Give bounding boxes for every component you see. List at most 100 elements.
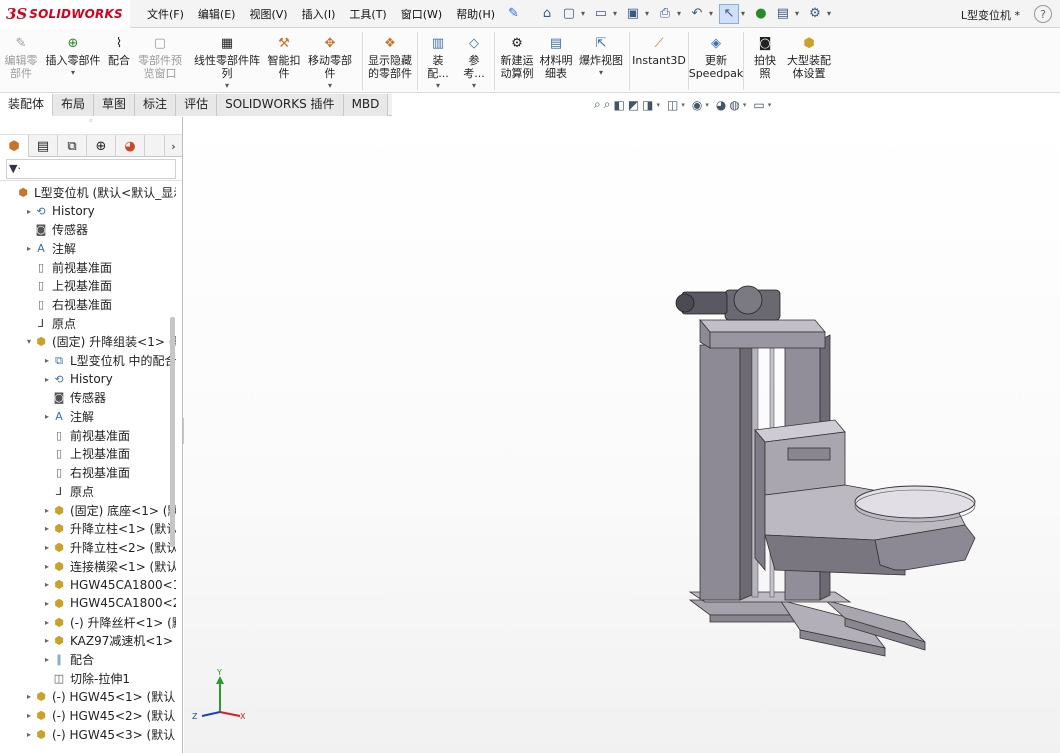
expand-toggle-icon[interactable]: ▸ — [42, 618, 52, 627]
hide-show-items-icon[interactable]: ◕ — [716, 98, 726, 112]
edit-component-button[interactable]: ✎ 编辑零 部件 — [0, 29, 42, 81]
expand-toggle-icon[interactable]: ▸ — [42, 562, 52, 571]
tree-item[interactable]: ▸ ⬢ (-) HGW45<2> (默认< — [0, 706, 176, 725]
feature-manager-tab-icon[interactable]: ⬢ — [0, 135, 29, 157]
options-gear-icon[interactable]: ⚙ — [805, 4, 825, 24]
insert-component-dropdown-icon[interactable]: ▾ — [71, 69, 75, 77]
previous-view-icon[interactable]: ◧ — [613, 98, 624, 112]
linear-pattern-button[interactable]: ▦ 线性零部件阵列 ▾ — [186, 29, 268, 90]
expand-toggle-icon[interactable]: ▾ — [24, 337, 34, 346]
zoom-to-fit-icon[interactable]: ⌕ — [594, 97, 601, 112]
motion-study-button[interactable]: ⚙ 新建运 动算例 — [497, 29, 537, 81]
smart-fastener-button[interactable]: ⚒ 智能扣 件 — [268, 29, 301, 81]
new-document-icon[interactable]: ▢ — [559, 4, 579, 24]
tree-scrollbar[interactable] — [170, 317, 175, 547]
tree-item[interactable]: ▯ 右视基准面 — [0, 295, 176, 314]
assembly-feature-button[interactable]: ▥ 装配... ▾ — [420, 29, 456, 90]
tree-item[interactable]: ▸ ⬢ 升降立柱<2> (默认) — [0, 538, 176, 557]
tree-item[interactable]: ◙ 传感器 — [0, 220, 176, 239]
section-view-icon[interactable]: ◩ — [628, 98, 639, 112]
tree-item[interactable]: ⬢ L型变位机 (默认<默认_显示 — [0, 183, 176, 202]
tree-item[interactable]: ⅃ 原点 — [0, 482, 176, 501]
tree-item[interactable]: ▾⬢ (固定) 升降组装<1> (默认 — [0, 333, 176, 352]
tab-markup[interactable]: 标注 — [135, 94, 177, 116]
tree-item[interactable]: ▸ ⟲ History — [0, 202, 176, 221]
pin-menu-icon[interactable]: ✎ — [508, 6, 519, 21]
tree-item[interactable]: ▸ ⬢ 连接横梁<1> (默认) — [0, 557, 176, 576]
tree-item[interactable]: ▸ ⬢ (-) 升降丝杆<1> (默 — [0, 613, 176, 632]
tab-mbd[interactable]: MBD — [343, 94, 389, 116]
tree-item[interactable]: ▸ A 注解 — [0, 407, 176, 426]
tree-item[interactable]: ▯ 上视基准面 — [0, 445, 176, 464]
display-style-icon[interactable]: ◉ — [692, 98, 702, 112]
tree-item[interactable]: ▸ ⬢ (-) HGW45<1> (默认< — [0, 688, 176, 707]
expand-toggle-icon[interactable]: ▸ — [24, 711, 34, 720]
large-assembly-button[interactable]: ⬢ 大型装配 体设置 — [784, 29, 834, 81]
expand-toggle-icon[interactable]: ▸ — [42, 375, 52, 384]
expand-toggle-icon[interactable]: ▸ — [42, 636, 52, 645]
expand-toggle-icon[interactable]: ▸ — [24, 692, 34, 701]
tab-evaluate[interactable]: 评估 — [176, 94, 218, 116]
move-component-dropdown-icon[interactable]: ▾ — [328, 82, 332, 90]
linear-pattern-dropdown-icon[interactable]: ▾ — [225, 82, 229, 90]
home-icon[interactable]: ⌂ — [537, 4, 557, 24]
tab-assembly[interactable]: 装配体 — [0, 94, 54, 116]
tree-item[interactable]: ▸ ⬢ 升降立柱<1> (默认) — [0, 519, 176, 538]
tree-item[interactable]: ▸ ⟲ History — [0, 370, 176, 389]
property-manager-tab-icon[interactable]: ▤ — [29, 135, 58, 157]
undo-icon[interactable]: ↶ — [687, 4, 707, 24]
expand-toggle-icon[interactable]: ▸ — [42, 356, 52, 365]
expand-toggle-icon[interactable]: ▸ — [24, 244, 34, 253]
file-properties-icon[interactable]: ▤ — [773, 4, 793, 24]
filter-input[interactable]: ▼· — [6, 158, 176, 179]
configuration-manager-tab-icon[interactable]: ⧉ — [58, 135, 87, 157]
expand-toggle-icon[interactable]: ▸ — [42, 599, 52, 608]
solidworks-logo[interactable]: 3S SOLIDWORKS — [0, 0, 130, 28]
component-preview-button[interactable]: ▢ 零部件预 览窗口 — [134, 29, 186, 81]
select-cursor-icon[interactable]: ↖ — [718, 3, 739, 24]
exploded-view-button[interactable]: ⇱ 爆炸视图 ▾ — [575, 29, 627, 77]
rebuild-icon[interactable]: ● — [751, 4, 771, 24]
tree-item[interactable]: ▸ ⬢ (-) HGW45<3> (默认< — [0, 725, 176, 744]
menu-file[interactable]: 文件(F) — [140, 6, 191, 22]
save-icon[interactable]: ▣ — [623, 4, 643, 24]
open-icon[interactable]: ▭ — [591, 4, 611, 24]
tree-item[interactable]: ▸⬢ (固定) 底座<1> (默认 — [0, 501, 176, 520]
tree-item[interactable]: ▯ 右视基准面 — [0, 463, 176, 482]
tree-item[interactable]: ▸ ⬢ HGW45CA1800<1 — [0, 575, 176, 594]
exploded-view-dropdown-icon[interactable]: ▾ — [599, 69, 603, 77]
speedpak-button[interactable]: ◈ 更新 Speedpak — [689, 29, 744, 81]
dimxpert-manager-tab-icon[interactable]: ⊕ — [87, 135, 116, 157]
tree-item[interactable]: ▸ ⧉ L型变位机 中的配合 — [0, 351, 176, 370]
expand-toggle-icon[interactable]: ▸ — [42, 655, 52, 664]
tab-addins[interactable]: SOLIDWORKS 插件 — [217, 94, 344, 116]
instant3d-button[interactable]: ⟋ Instant3D — [632, 29, 686, 68]
tree-item[interactable]: ▯ 上视基准面 — [0, 276, 176, 295]
more-tabs-icon[interactable]: › — [164, 135, 182, 157]
menu-help[interactable]: 帮助(H) — [449, 6, 502, 22]
edit-appearance-icon[interactable]: ◍ — [729, 98, 739, 112]
l-type-positioner-model[interactable] — [660, 270, 990, 670]
tree-item[interactable]: ▯ 前视基准面 — [0, 258, 176, 277]
display-manager-tab-icon[interactable]: ◕ — [116, 135, 145, 157]
reference-geometry-dropdown-icon[interactable]: ▾ — [472, 82, 476, 90]
menu-edit[interactable]: 编辑(E) — [191, 6, 243, 22]
assembly-feature-dropdown-icon[interactable]: ▾ — [436, 82, 440, 90]
expand-toggle-icon[interactable]: ▸ — [42, 412, 52, 421]
tree-item[interactable]: ▸ ⬢ KAZ97减速机<1> ( — [0, 632, 176, 651]
expand-toggle-icon[interactable]: ▸ — [24, 207, 34, 216]
expand-toggle-icon[interactable]: ▸ — [24, 730, 34, 739]
tree-item[interactable]: ◫ 切除-拉伸1 — [0, 669, 176, 688]
move-component-button[interactable]: ✥ 移动零部件 ▾ — [300, 29, 360, 90]
tree-item[interactable]: ▸ ∥ 配合 — [0, 650, 176, 669]
expand-toggle-icon[interactable]: ▸ — [42, 543, 52, 552]
print-icon[interactable]: ⎙ — [655, 4, 675, 24]
tab-layout[interactable]: 布局 — [53, 94, 95, 116]
tree-item[interactable]: ▸ A 注解 — [0, 239, 176, 258]
menu-window[interactable]: 窗口(W) — [394, 6, 449, 22]
mate-button[interactable]: ⌇ 配合 — [104, 29, 134, 68]
zoom-to-area-icon[interactable]: ⌕ — [604, 97, 611, 112]
view-orientation-icon[interactable]: ◫ — [667, 98, 678, 112]
bom-button[interactable]: ▤ 材料明 细表 — [537, 29, 575, 81]
tab-sketch[interactable]: 草图 — [94, 94, 136, 116]
